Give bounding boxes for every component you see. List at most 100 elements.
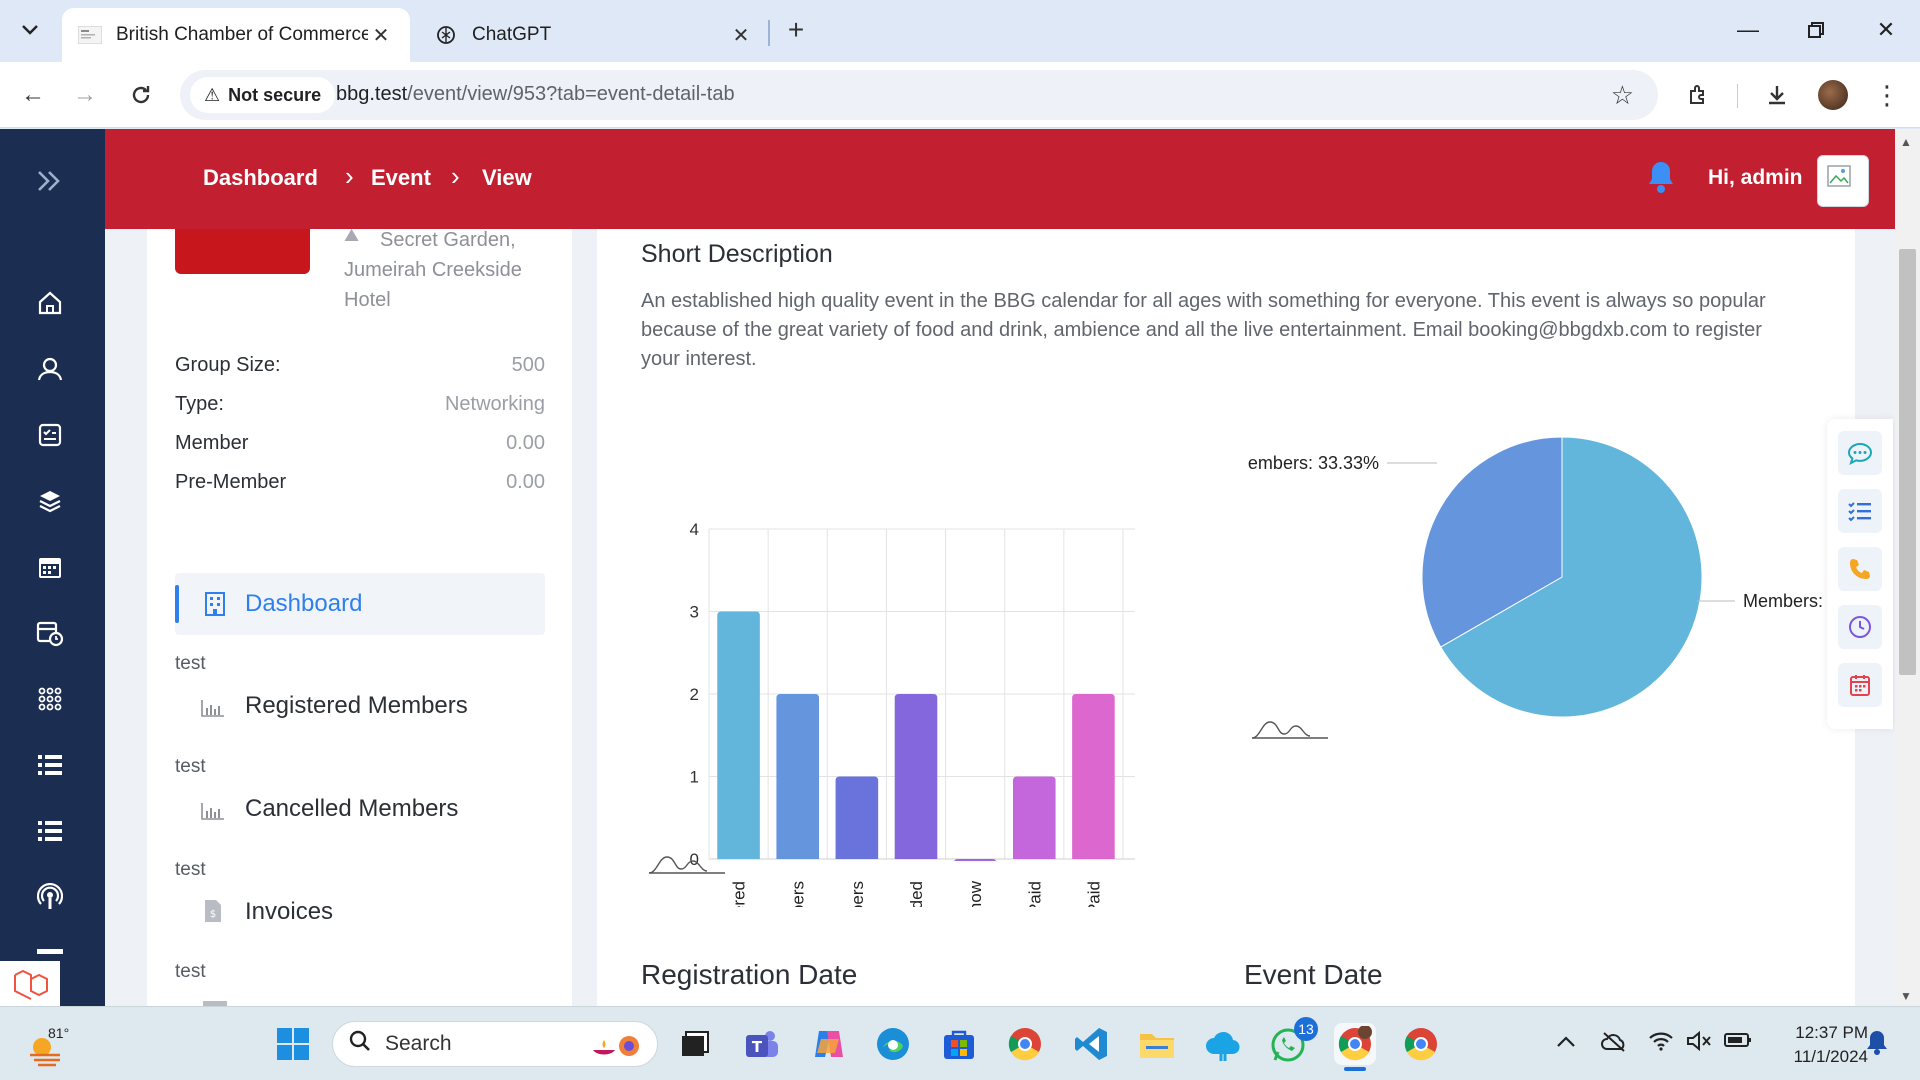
reload-icon[interactable] [120, 74, 162, 116]
new-tab-button[interactable]: + [778, 12, 814, 48]
onedrive-offline-icon[interactable] [1600, 1031, 1628, 1059]
forward-arrow-icon[interactable]: → [64, 74, 106, 116]
calendar-event-icon[interactable] [1838, 663, 1882, 707]
bar-pre-members[interactable] [835, 776, 879, 860]
close-window-icon[interactable]: ✕ [1856, 8, 1916, 52]
detail-value: 0.00 [506, 432, 545, 454]
x-tick-label: Paid [1025, 881, 1044, 907]
weather-temperature: 81° [48, 1025, 70, 1041]
file-explorer-icon[interactable] [1136, 1023, 1178, 1065]
members-pie-chart: embers: 33.33%Members: 66 [1248, 436, 1848, 718]
taskbar-clock[interactable]: 12:37 PM 11/1/2024 [1768, 1021, 1868, 1069]
chrome-secondary-icon[interactable] [1400, 1023, 1442, 1065]
bar-members[interactable] [776, 694, 820, 859]
wifi-icon[interactable] [1648, 1031, 1674, 1057]
whatsapp-icon[interactable]: 13 [1268, 1017, 1318, 1065]
kebab-menu-icon[interactable]: ⋮ [1866, 74, 1908, 116]
users-icon[interactable] [30, 349, 70, 389]
edge-browser-icon[interactable] [872, 1023, 914, 1065]
expand-sidebar-icon[interactable] [30, 161, 70, 201]
back-arrow-icon[interactable]: ← [12, 74, 54, 116]
cloud-app-icon[interactable] [1202, 1023, 1244, 1065]
pie-label-pre-members: embers: 33.33% [1248, 453, 1379, 473]
calendar-icon[interactable] [30, 547, 70, 587]
side-menu-label: Invoices [245, 898, 334, 925]
weather-widget[interactable]: 81° [20, 1021, 80, 1071]
bar-un-paid[interactable] [1072, 694, 1115, 859]
list-icon[interactable] [30, 745, 70, 785]
close-tab-icon[interactable]: ✕ [728, 23, 754, 48]
task-list-icon[interactable] [1838, 489, 1882, 533]
bar-paid[interactable] [1012, 776, 1056, 860]
amcharts-logo-icon[interactable] [647, 851, 727, 880]
tab-search-dropdown[interactable] [10, 10, 50, 50]
scroll-down-arrow-icon[interactable]: ▼ [1900, 989, 1912, 1003]
side-menu-cancelled-members[interactable]: Cancelled Members [199, 795, 458, 823]
notification-bell-icon[interactable] [1645, 159, 1677, 195]
bar-chart-icon [199, 695, 227, 717]
user-greeting[interactable]: Hi, admin [1708, 166, 1803, 190]
microsoft-store-icon[interactable] [938, 1023, 980, 1065]
task-view-icon[interactable] [674, 1023, 716, 1065]
survey-icon[interactable] [30, 415, 70, 455]
bookmark-star-icon[interactable]: ☆ [1611, 80, 1634, 111]
volume-muted-icon[interactable] [1686, 1030, 1712, 1057]
breadcrumb-dashboard[interactable]: Dashboard [203, 165, 318, 191]
chat-icon[interactable] [1838, 431, 1882, 475]
bar-no-show[interactable] [953, 859, 997, 863]
x-tick-label: No Show [966, 880, 985, 907]
left-navigation [0, 129, 105, 1006]
copilot-icon[interactable] [808, 1023, 850, 1065]
list-alt-icon[interactable] [30, 811, 70, 851]
side-menu-label: Registered Members [245, 692, 468, 719]
extensions-puzzle-icon[interactable] [1678, 74, 1720, 116]
show-hidden-icons-icon[interactable] [1556, 1031, 1576, 1054]
tab-british-chamber[interactable]: British Chamber of Commerce D ✕ [62, 8, 410, 62]
site-security-chip[interactable]: ⚠ Not secure [190, 77, 336, 113]
downloads-icon[interactable] [1756, 74, 1798, 116]
detail-label: Group Size: [175, 354, 281, 376]
close-tab-icon[interactable]: ✕ [368, 23, 394, 48]
home-icon[interactable] [30, 283, 70, 323]
vscode-icon[interactable] [1070, 1023, 1112, 1065]
bar-registered[interactable] [717, 611, 760, 860]
tab-chatgpt[interactable]: ChatGPT ✕ [418, 8, 770, 62]
calendar-clock-icon[interactable] [30, 613, 70, 653]
phone-icon[interactable] [1838, 547, 1882, 591]
bar-attended[interactable] [894, 694, 938, 859]
windows-taskbar: 81° Search T 13 12:37 PM 11/1/2024 [0, 1006, 1920, 1080]
teams-icon[interactable]: T [740, 1023, 782, 1065]
side-menu-registered-members[interactable]: Registered Members [199, 692, 468, 720]
url-text[interactable]: bbg.test/event/view/953?tab=event-detail… [336, 83, 735, 106]
address-bar[interactable]: ⚠ Not secure bbg.test/event/view/953?tab… [180, 70, 1658, 120]
event-location: Secret Garden, Jumeirah Creekside Hotel [344, 229, 522, 311]
chrome-profile-active-icon[interactable] [1334, 1023, 1376, 1071]
x-tick-label: Pre-members [848, 881, 867, 907]
side-menu-invoices[interactable]: $ Invoices [199, 898, 333, 926]
windows-start-icon[interactable] [272, 1023, 314, 1065]
minimize-window-icon[interactable]: — [1718, 8, 1778, 52]
profile-avatar[interactable] [1818, 80, 1848, 110]
restore-window-icon[interactable] [1786, 8, 1846, 52]
diwali-lamp-icon [587, 1032, 643, 1066]
amcharts-logo-icon[interactable] [1250, 716, 1330, 745]
breadcrumb-view: View [482, 165, 532, 190]
scroll-up-arrow-icon[interactable]: ▲ [1900, 135, 1912, 149]
side-menu-dashboard[interactable]: Dashboard [175, 573, 545, 635]
chrome-icon[interactable] [1004, 1023, 1046, 1065]
taskbar-search-box[interactable]: Search [332, 1021, 658, 1067]
notification-center-icon[interactable] [1866, 1029, 1888, 1061]
page-scrollbar-thumb[interactable] [1899, 249, 1916, 675]
podcast-icon[interactable] [30, 877, 70, 917]
breadcrumb-event[interactable]: Event [371, 165, 431, 191]
detail-value: 500 [511, 354, 545, 376]
menu-sub-label: test [175, 859, 206, 880]
user-avatar[interactable] [1817, 155, 1869, 207]
more-menu-icon[interactable] [30, 945, 70, 959]
layers-icon[interactable] [30, 481, 70, 521]
clock-date: 11/1/2024 [1793, 1047, 1868, 1066]
laravel-logo-icon[interactable] [0, 961, 60, 1006]
battery-icon[interactable] [1724, 1031, 1752, 1054]
clock-icon[interactable] [1838, 605, 1882, 649]
apps-grid-icon[interactable] [30, 679, 70, 719]
